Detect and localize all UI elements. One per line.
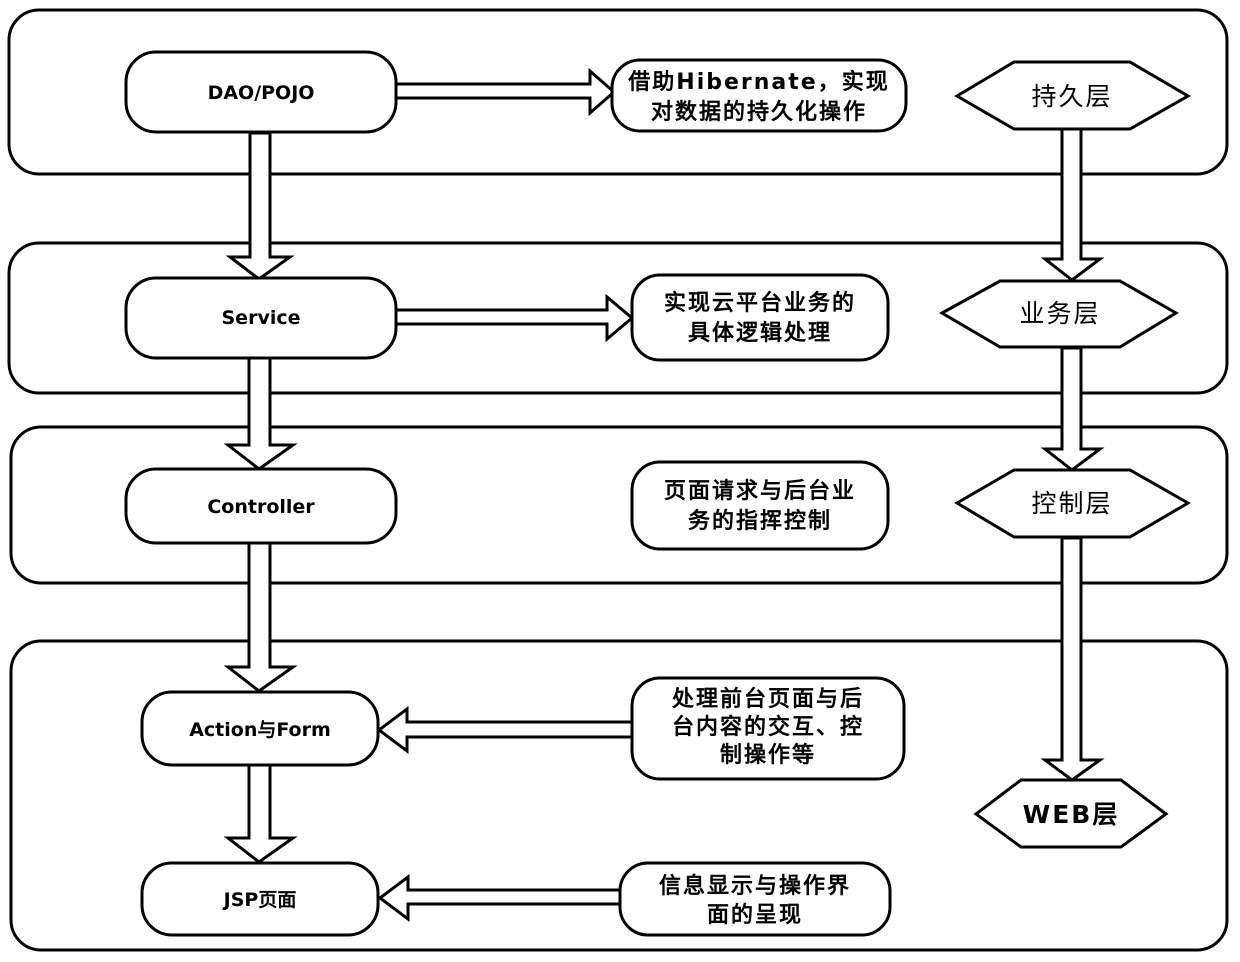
description-control-line-2: 务的指挥控制 bbox=[688, 508, 832, 534]
layer-label-persistence: 持久层 bbox=[1031, 82, 1112, 111]
description-jsp-page: 信息显示与操作界 面的呈现 bbox=[618, 861, 892, 937]
node-controller: Controller bbox=[124, 467, 398, 545]
node-action-form: Action与Form bbox=[140, 690, 380, 767]
description-action-form-line-3: 制操作等 bbox=[720, 742, 816, 768]
node-service: Service bbox=[124, 276, 398, 360]
description-persistence-line-1: 借助Hibernate，实现 bbox=[627, 69, 889, 95]
description-jsp-page-line-1: 信息显示与操作界 bbox=[659, 873, 851, 899]
node-dao-pojo: DAO/POJO bbox=[124, 50, 398, 134]
description-business-line-2: 具体逻辑处理 bbox=[688, 320, 832, 346]
description-business: 实现云平台业务的 具体逻辑处理 bbox=[630, 273, 890, 362]
description-persistence: 借助Hibernate，实现 对数据的持久化操作 bbox=[610, 58, 908, 133]
description-action-form: 处理前台页面与后 台内容的交互、控 制操作等 bbox=[630, 676, 906, 781]
layer-label-control: 控制层 bbox=[1031, 489, 1112, 518]
architecture-diagram: DAO/POJO Service Controller Action与Form … bbox=[7, 8, 1229, 952]
node-controller-label: Controller bbox=[207, 496, 315, 518]
description-control-line-1: 页面请求与后台业 bbox=[664, 478, 856, 504]
layer-label-web: WEB层 bbox=[1023, 800, 1120, 829]
description-action-form-line-2: 台内容的交互、控 bbox=[672, 714, 864, 740]
node-jsp-page-label: JSP页面 bbox=[222, 889, 297, 911]
description-control: 页面请求与后台业 务的指挥控制 bbox=[630, 460, 890, 551]
description-persistence-line-2: 对数据的持久化操作 bbox=[651, 99, 867, 125]
description-business-line-1: 实现云平台业务的 bbox=[664, 290, 856, 316]
layer-label-business: 业务层 bbox=[1019, 299, 1100, 328]
description-action-form-line-1: 处理前台页面与后 bbox=[671, 686, 864, 712]
node-service-label: Service bbox=[222, 307, 301, 329]
node-action-form-label: Action与Form bbox=[189, 719, 331, 741]
node-dao-pojo-label: DAO/POJO bbox=[208, 82, 315, 104]
node-jsp-page: JSP页面 bbox=[140, 861, 380, 937]
description-jsp-page-line-2: 面的呈现 bbox=[707, 902, 803, 928]
